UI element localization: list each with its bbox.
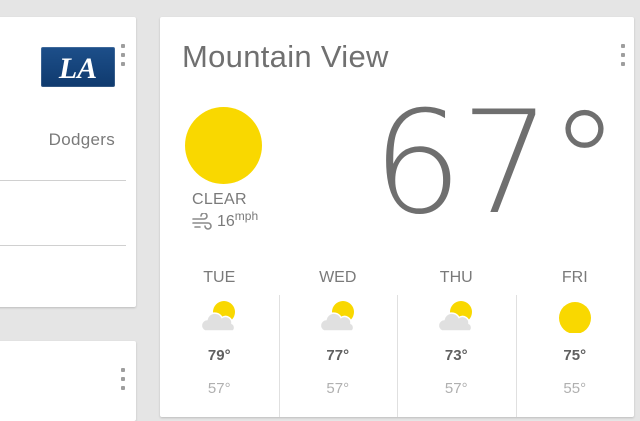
partly-cloudy-icon <box>319 301 355 332</box>
forecast-day[interactable]: WED 77° 57° <box>278 265 398 417</box>
wind-icon <box>192 213 212 230</box>
forecast-day[interactable]: TUE 79° 57° <box>160 265 279 417</box>
sports-overflow-menu[interactable] <box>120 44 126 66</box>
sun-icon <box>558 302 591 333</box>
wind-unit: mph <box>234 209 259 223</box>
sun-icon <box>185 107 262 184</box>
logo-text: LA <box>58 52 97 85</box>
team-name: Dodgers <box>48 130 115 149</box>
more-vert-icon[interactable] <box>120 368 126 390</box>
high-temp: 73° <box>444 347 468 364</box>
weather-condition: CLEAR <box>192 191 247 208</box>
high-temp: 79° <box>207 347 231 364</box>
divider <box>0 180 126 181</box>
day-label: THU <box>439 269 473 286</box>
day-label: TUE <box>203 269 236 286</box>
secondary-card[interactable] <box>0 341 136 421</box>
forecast-row: TUE 79° 57° WED 77° 57° THU 73° 57° FRI … <box>160 265 634 417</box>
low-temp: 57° <box>444 380 468 397</box>
more-vert-icon[interactable] <box>120 44 126 66</box>
forecast-day[interactable]: THU 73° 57° <box>397 265 516 417</box>
weather-overflow-menu[interactable] <box>620 44 626 66</box>
current-temperature: 67° <box>372 81 620 246</box>
wind-info: 16 mph <box>191 209 258 231</box>
forecast-day[interactable]: FRI 75° 55° <box>515 265 635 417</box>
wind-speed: 16 <box>217 213 235 230</box>
dodgers-logo: LA <box>41 47 115 87</box>
low-temp: 57° <box>326 380 350 397</box>
partly-cloudy-icon <box>437 301 473 332</box>
day-label: WED <box>319 269 357 286</box>
secondary-overflow-menu[interactable] <box>120 368 126 390</box>
weather-card[interactable]: Mountain View CLEAR 16 mph 67° TUE 79° 57… <box>160 17 634 417</box>
high-temp: 75° <box>563 347 587 364</box>
day-label: FRI <box>561 269 588 286</box>
divider <box>0 245 126 246</box>
high-temp: 77° <box>326 347 350 364</box>
low-temp: 55° <box>563 380 587 397</box>
more-vert-icon[interactable] <box>620 44 626 66</box>
sports-card[interactable]: LA Dodgers <box>0 17 136 307</box>
la-logo-icon: LA <box>58 52 97 85</box>
city-name: Mountain View <box>182 39 389 74</box>
partly-cloudy-icon <box>200 301 236 332</box>
low-temp: 57° <box>207 380 231 397</box>
